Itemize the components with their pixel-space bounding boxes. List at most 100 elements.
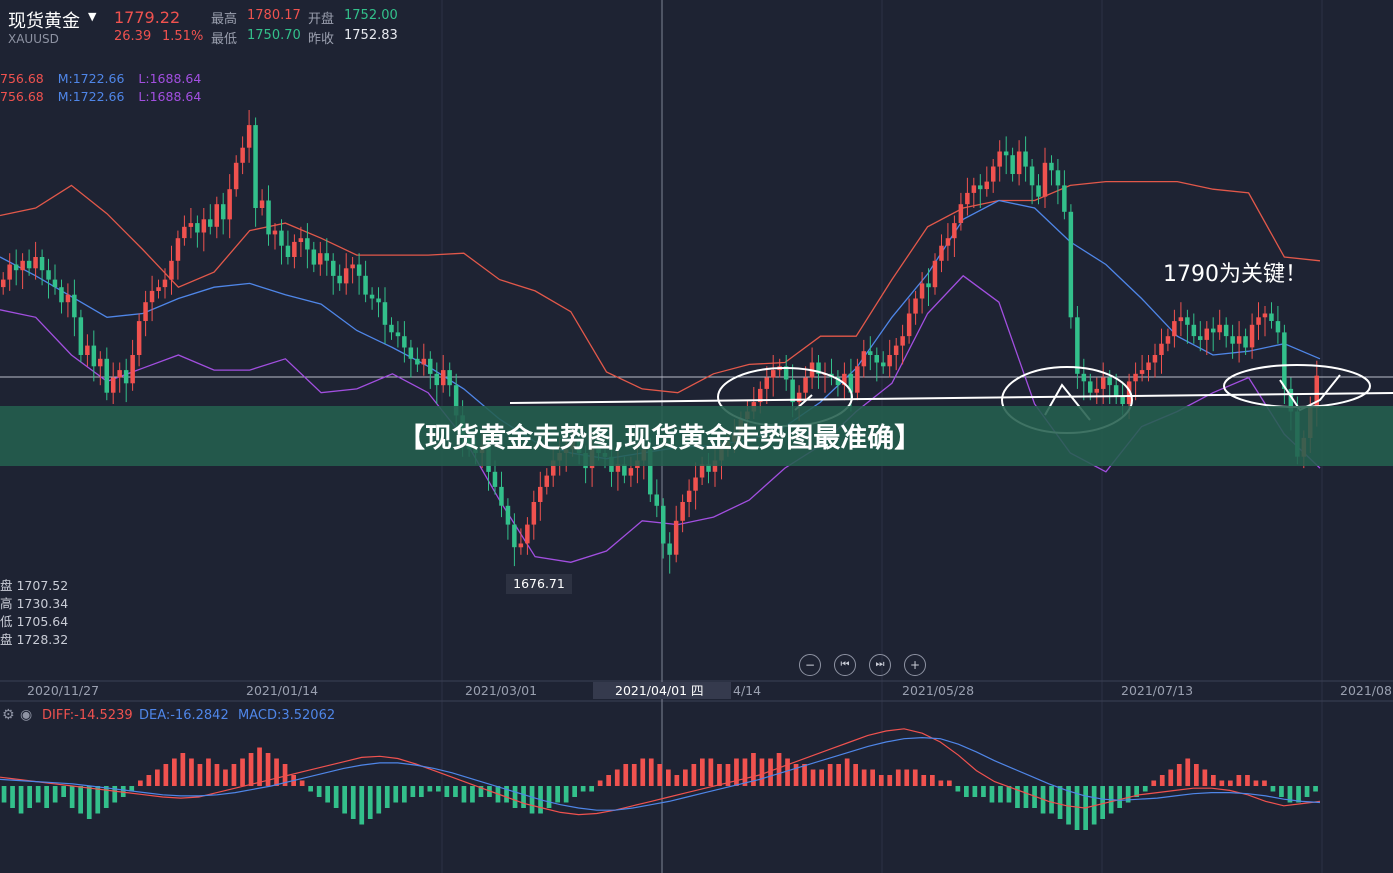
macd-bar [461,786,467,803]
candle-body [434,373,439,386]
macd-bar [402,786,407,803]
macd-bar [1176,764,1182,786]
x-axis-date: 4/14 [733,683,762,698]
side-close: 盘 1728.32 [0,632,69,647]
candle-body [803,377,808,393]
high-label: 最高 [211,12,238,27]
macd-bar [657,764,663,786]
candle-body [428,358,433,374]
macd-bar [146,775,152,786]
candle-body [661,505,666,544]
candle-body [324,253,329,261]
candle-body [919,283,925,299]
macd-bar [555,786,560,803]
cursor-date-label: 2021/04/01 四 [593,682,731,699]
macd-bar [10,786,15,808]
macd-bar [1185,758,1191,786]
zoom-in-button[interactable]: + [904,654,926,676]
macd-bar [648,758,654,786]
macd-bar [274,758,279,786]
macd-bar [163,764,169,786]
candle-body [298,238,304,242]
candle-body [913,298,918,314]
candle-body [1068,211,1074,318]
candle-body [1120,396,1125,404]
macd-bar [666,769,671,786]
candle-body [932,260,938,288]
candle-body [855,366,860,393]
candle-body [382,302,388,325]
macd-bar [172,758,177,786]
candle-body [369,294,375,299]
candle-body [1185,317,1190,325]
candle-body [169,260,174,280]
macd-bar [1304,786,1310,797]
macd-bar [606,775,611,786]
candle-body [208,219,213,227]
candle-body [984,181,989,190]
candle-body [1016,151,1022,175]
boll-legend-row-1: 756.68 M:1722.66 L:1688.64 [0,71,201,86]
candle-body [1029,166,1035,186]
macd-bar [376,786,382,814]
candle-body [900,336,905,346]
boll-mid: M:1722.66 [57,71,125,86]
candle-body [195,223,200,233]
upper-band-line [0,180,1321,394]
candle-body [1172,321,1177,337]
trend-line [509,392,1393,404]
boll-upper: 756.68 [0,89,44,104]
candle-body [628,468,634,476]
candle-body [240,147,245,163]
macd-bar [546,786,552,808]
candle-body [1282,332,1287,389]
candle-body [1,279,6,288]
candle-body [343,268,349,284]
settings-icon[interactable]: ⚙ [2,707,15,723]
candle-body [91,345,97,367]
boll-upper: 756.68 [0,71,44,86]
candle-body [214,204,219,227]
next-button[interactable]: ⏭ [869,654,891,676]
macd-bar [1142,786,1148,792]
macd-bar [904,769,910,786]
candle-body [881,362,886,367]
candle-body [65,294,71,303]
macd-bar [717,764,722,786]
candle-body [1088,381,1093,393]
candle-body [868,351,873,355]
candle-body [673,520,679,555]
zoom-out-button[interactable]: − [799,654,821,676]
candle-body [906,313,912,337]
instrument-name[interactable]: 现货黄金 [8,7,80,33]
macd-bar [325,786,330,803]
macd-bar [1057,786,1063,819]
candle-body [1055,170,1061,186]
price-change: 26.39 [114,29,152,44]
macd-bar [683,769,688,786]
price-change-pct: 1.51% [162,29,204,44]
macd-bar [367,786,373,819]
high-value: 1780.17 [247,8,301,23]
boll-legend-row-2: 756.68 M:1722.66 L:1688.64 [0,89,201,104]
macd-bar [470,786,475,803]
macd-bar [393,786,399,803]
macd-bar [436,786,441,792]
macd-bar [964,786,969,797]
macd-bar [589,786,594,792]
candle-body [771,370,776,378]
chevron-down-icon[interactable]: ▼ [88,10,96,23]
macd-bar [989,786,995,803]
macd-bar [206,758,211,786]
macd-bar [248,753,254,786]
prev-button[interactable]: ⏮ [834,654,856,676]
candle-body [1230,336,1235,344]
x-axis-date: 2021/07/13 [1121,683,1194,698]
macd-bar [529,786,535,814]
macd-bar [1151,780,1157,786]
eye-icon[interactable]: ◉ [20,707,32,723]
candle-body [1036,185,1041,197]
candle-body [1113,385,1119,397]
macd-bar [257,747,262,786]
candle-body [117,370,122,378]
